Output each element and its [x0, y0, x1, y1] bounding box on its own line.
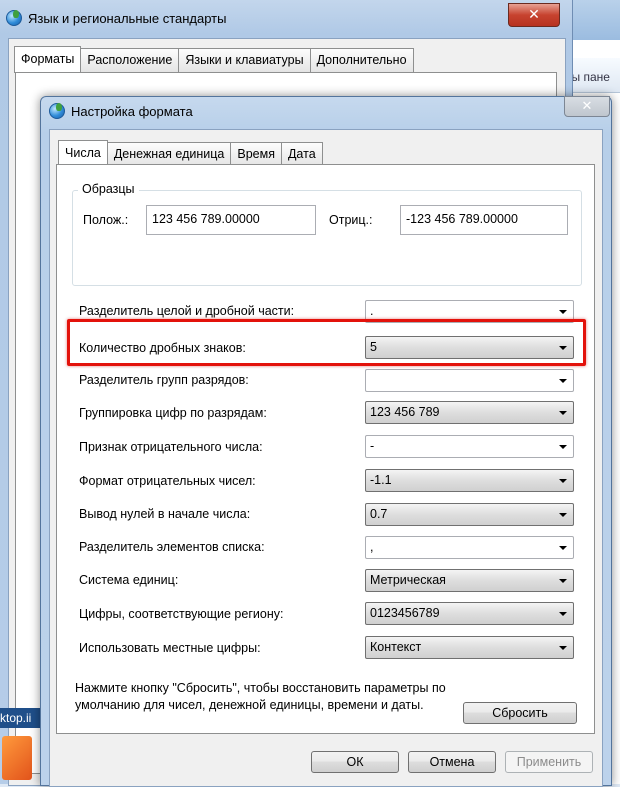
digit-grouping-label: Группировка цифр по разрядам: [79, 406, 267, 420]
outer-titlebar: Язык и региональные стандарты [6, 6, 226, 30]
chevron-down-icon [559, 411, 567, 415]
inner-window-title: Настройка формата [71, 103, 193, 119]
globe-icon [49, 103, 65, 119]
tab-administrative[interactable]: Дополнительно [309, 48, 414, 72]
leading-zeros-label: Вывод нулей в начале числа: [79, 507, 251, 521]
cancel-button[interactable]: Отмена [408, 751, 496, 773]
reset-button[interactable]: Сбросить [463, 702, 577, 724]
decimal-symbol-value: . [370, 304, 374, 318]
tab-currency[interactable]: Денежная единица [106, 142, 232, 166]
negative-format-value: -1.1 [370, 473, 392, 487]
tab-time[interactable]: Время [230, 142, 282, 166]
digit-grouping-symbol-combo[interactable] [365, 369, 574, 392]
native-digits-label: Использовать местные цифры: [79, 641, 261, 655]
measurement-system-label: Система единиц: [79, 573, 179, 587]
reset-note: Нажмите кнопку "Сбросить", чтобы восстан… [75, 681, 446, 712]
chevron-down-icon [559, 546, 567, 550]
negative-format-combo[interactable]: -1.1 [365, 469, 574, 492]
digit-grouping-symbol-label: Разделитель групп разрядов: [79, 373, 249, 387]
leading-zeros-value: 0.7 [370, 507, 388, 521]
leading-zeros-combo[interactable]: 0.7 [365, 503, 574, 526]
standard-digits-value: 0123456789 [370, 606, 440, 620]
positive-sample-field: 123 456 789.00000 [146, 205, 316, 235]
desktop-app-icon[interactable] [2, 736, 32, 780]
chevron-down-icon [559, 310, 567, 314]
tab-location[interactable]: Расположение [80, 48, 180, 72]
outer-close-button[interactable]: ✕ [508, 3, 560, 27]
negative-format-label: Формат отрицательных чисел: [79, 474, 256, 488]
negative-sample-field: -123 456 789.00000 [400, 205, 568, 235]
tab-numbers[interactable]: Числа [58, 140, 108, 167]
list-separator-label: Разделитель элементов списка: [79, 540, 265, 554]
chevron-down-icon [559, 646, 567, 650]
negative-label: Отриц.: [329, 213, 373, 227]
outer-window-title: Язык и региональные стандарты [28, 10, 227, 26]
native-digits-value: Контекст [370, 640, 422, 654]
tab-keyboards-languages[interactable]: Языки и клавиатуры [178, 48, 311, 72]
measurement-system-value: Метрическая [370, 573, 446, 587]
outer-tabs: Форматы Расположение Языки и клавиатуры … [14, 46, 414, 75]
chevron-down-icon [559, 479, 567, 483]
inner-titlebar: Настройка формата [49, 103, 193, 119]
negative-sign-label: Признак отрицательного числа: [79, 440, 263, 454]
chevron-down-icon [559, 612, 567, 616]
highlight-annotation-box [67, 319, 586, 366]
list-separator-value: , [370, 540, 374, 554]
chevron-down-icon [559, 579, 567, 583]
samples-group-label: Образцы [78, 182, 139, 196]
chevron-down-icon [559, 379, 567, 383]
apply-button[interactable]: Применить [505, 751, 593, 773]
tab-date[interactable]: Дата [280, 142, 323, 166]
digit-grouping-value: 123 456 789 [370, 405, 440, 419]
decimal-symbol-label: Разделитель целой и дробной части: [79, 304, 295, 318]
standard-digits-label: Цифры, соответствующие региону: [79, 607, 284, 621]
digit-grouping-combo[interactable]: 123 456 789 [365, 401, 574, 424]
negative-sign-value: - [370, 439, 375, 453]
globe-icon [6, 10, 22, 26]
taskbar-label: ktop.ii [0, 708, 40, 728]
list-separator-combo[interactable]: , [365, 536, 574, 559]
inner-close-button[interactable]: ✕ [564, 96, 610, 117]
native-digits-combo[interactable]: Контекст [365, 636, 574, 659]
chevron-down-icon [559, 445, 567, 449]
ok-button[interactable]: ОК [311, 751, 399, 773]
positive-label: Полож.: [83, 213, 129, 227]
standard-digits-combo[interactable]: 0123456789 [365, 602, 574, 625]
chevron-down-icon [559, 513, 567, 517]
tab-formats[interactable]: Форматы [14, 46, 82, 73]
measurement-system-combo[interactable]: Метрическая [365, 569, 574, 592]
negative-sign-combo[interactable]: - [365, 435, 574, 458]
